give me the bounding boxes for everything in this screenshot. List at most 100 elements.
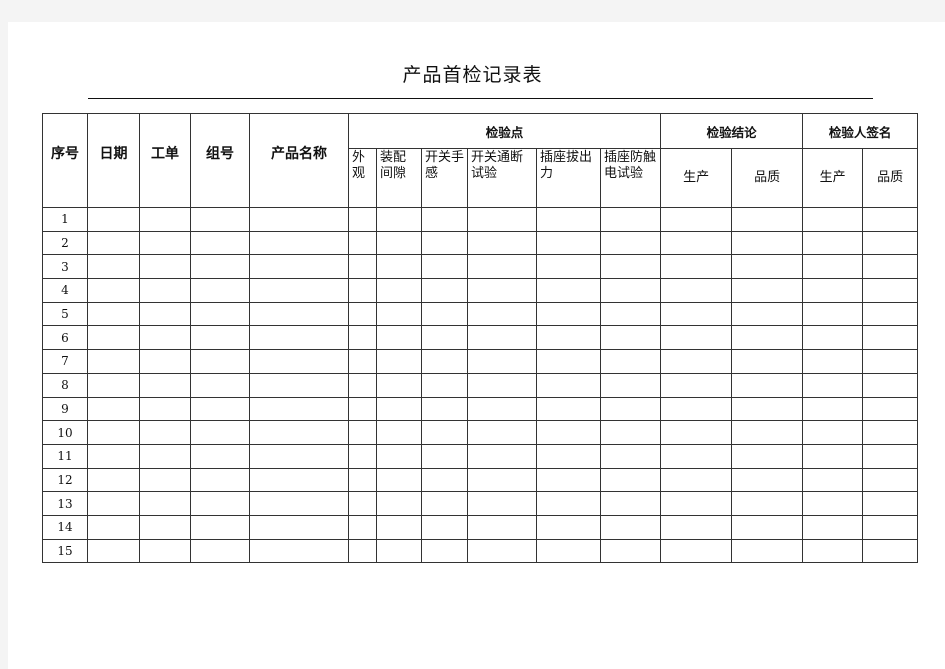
table-cell[interactable] bbox=[536, 514, 601, 540]
table-cell[interactable] bbox=[660, 443, 733, 469]
table-cell[interactable] bbox=[376, 443, 422, 469]
table-cell[interactable] bbox=[731, 278, 804, 303]
table-cell[interactable] bbox=[139, 230, 191, 256]
table-cell[interactable] bbox=[87, 278, 140, 303]
table-cell[interactable] bbox=[190, 349, 250, 374]
table-cell[interactable] bbox=[802, 396, 864, 422]
table-cell[interactable] bbox=[87, 420, 140, 445]
table-cell[interactable] bbox=[87, 301, 140, 327]
table-cell[interactable] bbox=[348, 538, 377, 564]
table-cell[interactable] bbox=[190, 443, 250, 469]
table-cell[interactable] bbox=[421, 467, 468, 493]
table-cell[interactable] bbox=[536, 491, 601, 516]
table-cell[interactable] bbox=[421, 443, 468, 469]
table-cell[interactable] bbox=[660, 467, 733, 493]
table-cell[interactable] bbox=[660, 278, 733, 303]
table-cell[interactable] bbox=[536, 443, 601, 469]
table-cell[interactable] bbox=[660, 230, 733, 256]
table-cell[interactable] bbox=[599, 301, 662, 327]
table-cell[interactable] bbox=[599, 396, 662, 422]
table-cell[interactable] bbox=[87, 514, 140, 540]
table-cell[interactable] bbox=[862, 254, 919, 280]
table-cell[interactable] bbox=[660, 372, 733, 398]
table-cell[interactable] bbox=[731, 443, 804, 469]
table-cell[interactable] bbox=[536, 207, 601, 232]
table-cell[interactable] bbox=[599, 372, 662, 398]
table-cell[interactable] bbox=[421, 538, 468, 564]
table-cell[interactable] bbox=[862, 396, 919, 422]
table-cell[interactable] bbox=[376, 514, 422, 540]
table-cell[interactable] bbox=[190, 278, 250, 303]
table-cell[interactable] bbox=[731, 349, 804, 374]
table-cell[interactable] bbox=[536, 325, 601, 351]
table-cell[interactable] bbox=[249, 443, 349, 469]
table-cell[interactable] bbox=[249, 207, 349, 232]
table-cell[interactable] bbox=[190, 396, 250, 422]
table-cell[interactable] bbox=[467, 278, 537, 303]
table-cell[interactable] bbox=[190, 207, 250, 232]
table-cell[interactable] bbox=[467, 301, 537, 327]
table-cell[interactable] bbox=[599, 467, 662, 493]
table-cell[interactable] bbox=[87, 325, 140, 351]
table-cell[interactable] bbox=[249, 538, 349, 564]
table-cell[interactable] bbox=[348, 301, 377, 327]
table-cell[interactable] bbox=[376, 254, 422, 280]
table-cell[interactable] bbox=[87, 254, 140, 280]
table-cell[interactable] bbox=[802, 349, 864, 374]
table-cell[interactable] bbox=[802, 278, 864, 303]
table-cell[interactable] bbox=[190, 538, 250, 564]
table-cell[interactable] bbox=[862, 491, 919, 516]
table-cell[interactable] bbox=[421, 514, 468, 540]
table-cell[interactable] bbox=[348, 372, 377, 398]
table-cell[interactable] bbox=[376, 372, 422, 398]
table-cell[interactable] bbox=[348, 514, 377, 540]
table-cell[interactable] bbox=[536, 396, 601, 422]
table-cell[interactable] bbox=[87, 349, 140, 374]
table-cell[interactable] bbox=[802, 538, 864, 564]
table-cell[interactable] bbox=[348, 420, 377, 445]
table-cell[interactable] bbox=[87, 467, 140, 493]
table-cell[interactable] bbox=[862, 372, 919, 398]
table-cell[interactable] bbox=[421, 491, 468, 516]
table-cell[interactable] bbox=[862, 443, 919, 469]
table-cell[interactable] bbox=[421, 301, 468, 327]
table-cell[interactable] bbox=[599, 349, 662, 374]
table-cell[interactable] bbox=[599, 538, 662, 564]
table-cell[interactable] bbox=[249, 254, 349, 280]
table-cell[interactable] bbox=[87, 230, 140, 256]
table-cell[interactable] bbox=[862, 349, 919, 374]
table-cell[interactable] bbox=[249, 491, 349, 516]
table-cell[interactable] bbox=[348, 278, 377, 303]
table-cell[interactable] bbox=[348, 443, 377, 469]
table-cell[interactable] bbox=[376, 207, 422, 232]
table-cell[interactable] bbox=[139, 514, 191, 540]
table-cell[interactable] bbox=[599, 254, 662, 280]
table-cell[interactable] bbox=[87, 372, 140, 398]
table-cell[interactable] bbox=[599, 420, 662, 445]
table-cell[interactable] bbox=[862, 207, 919, 232]
table-cell[interactable] bbox=[467, 372, 537, 398]
table-cell[interactable] bbox=[190, 230, 250, 256]
table-cell[interactable] bbox=[87, 538, 140, 564]
table-cell[interactable] bbox=[802, 325, 864, 351]
table-cell[interactable] bbox=[731, 514, 804, 540]
table-cell[interactable] bbox=[536, 467, 601, 493]
table-cell[interactable] bbox=[660, 301, 733, 327]
table-cell[interactable] bbox=[731, 325, 804, 351]
table-cell[interactable] bbox=[249, 325, 349, 351]
table-cell[interactable] bbox=[139, 396, 191, 422]
table-cell[interactable] bbox=[348, 207, 377, 232]
table-cell[interactable] bbox=[139, 491, 191, 516]
table-cell[interactable] bbox=[421, 372, 468, 398]
table-cell[interactable] bbox=[660, 420, 733, 445]
table-cell[interactable] bbox=[87, 443, 140, 469]
table-cell[interactable] bbox=[139, 349, 191, 374]
table-cell[interactable] bbox=[536, 372, 601, 398]
table-cell[interactable] bbox=[467, 349, 537, 374]
table-cell[interactable] bbox=[421, 230, 468, 256]
table-cell[interactable] bbox=[87, 207, 140, 232]
table-cell[interactable] bbox=[599, 491, 662, 516]
table-cell[interactable] bbox=[467, 443, 537, 469]
table-cell[interactable] bbox=[467, 254, 537, 280]
table-cell[interactable] bbox=[249, 301, 349, 327]
